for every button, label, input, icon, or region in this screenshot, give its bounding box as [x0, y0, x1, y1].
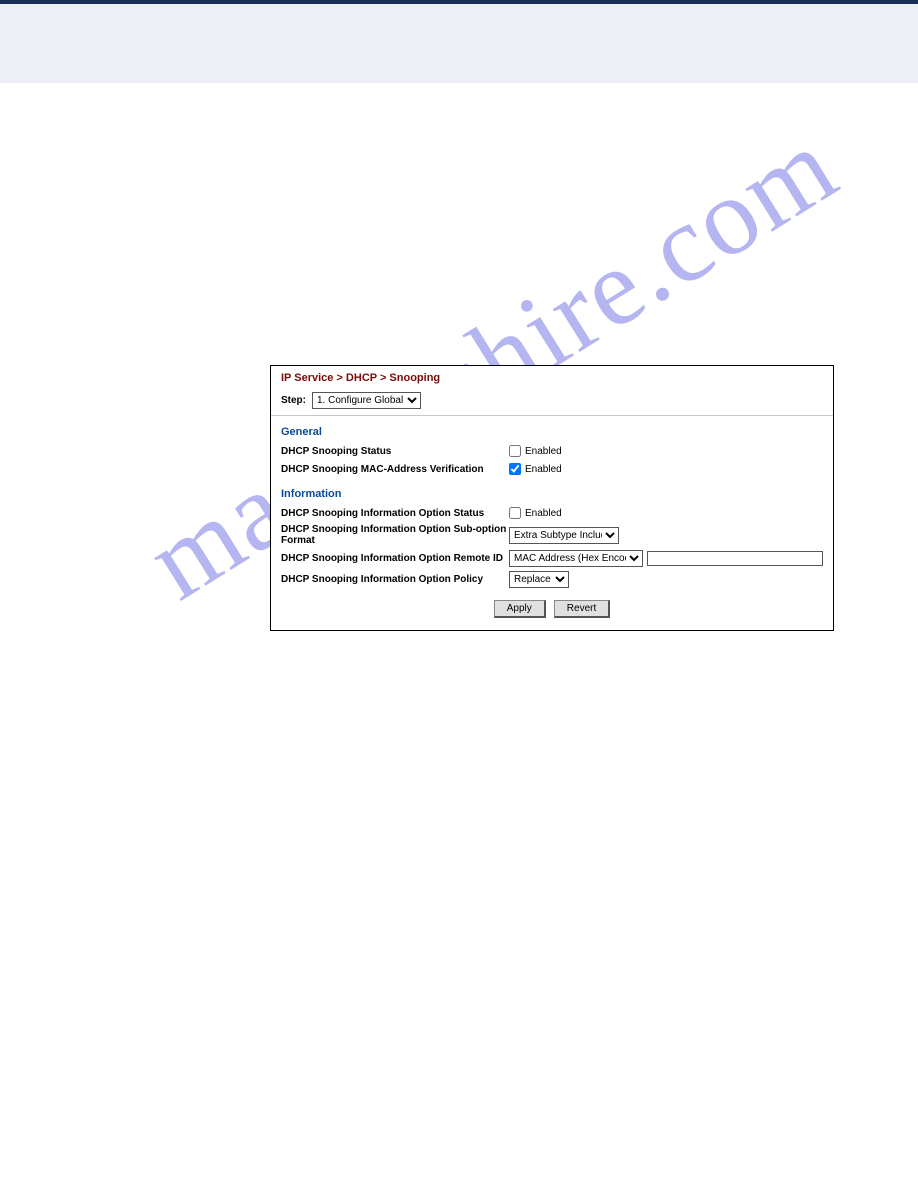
- checkbox-info-status[interactable]: [509, 507, 521, 519]
- step-row: Step: 1. Configure Global: [271, 388, 833, 416]
- dhcp-snooping-panel: IP Service > DHCP > Snooping Step: 1. Co…: [270, 365, 834, 631]
- label-remote-id: DHCP Snooping Information Option Remote …: [281, 553, 509, 564]
- section-general: General: [271, 416, 833, 442]
- select-subopt-format[interactable]: Extra Subtype Included: [509, 527, 619, 544]
- label-subopt-format: DHCP Snooping Information Option Sub-opt…: [281, 524, 509, 546]
- checkbox-mac-verify[interactable]: [509, 463, 521, 475]
- checkbox-snooping-status[interactable]: [509, 445, 521, 457]
- row-snooping-status: DHCP Snooping Status Enabled: [271, 442, 833, 460]
- row-mac-verify: DHCP Snooping MAC-Address Verification E…: [271, 460, 833, 478]
- label-info-status: DHCP Snooping Information Option Status: [281, 508, 509, 519]
- label-policy: DHCP Snooping Information Option Policy: [281, 574, 509, 585]
- label-snooping-status: DHCP Snooping Status: [281, 446, 509, 457]
- select-policy[interactable]: Replace: [509, 571, 569, 588]
- label-mac-verify: DHCP Snooping MAC-Address Verification: [281, 464, 509, 475]
- section-information: Information: [271, 478, 833, 504]
- step-select[interactable]: 1. Configure Global: [312, 392, 421, 409]
- apply-button[interactable]: Apply: [494, 600, 546, 618]
- row-subopt-format: DHCP Snooping Information Option Sub-opt…: [271, 522, 833, 548]
- row-policy: DHCP Snooping Information Option Policy …: [271, 569, 833, 590]
- input-remote-id[interactable]: [647, 551, 823, 566]
- breadcrumb: IP Service > DHCP > Snooping: [271, 366, 833, 388]
- button-row: Apply Revert: [271, 590, 833, 630]
- step-label: Step:: [281, 395, 306, 406]
- checklabel-mac-verify: Enabled: [525, 464, 562, 475]
- select-remote-id[interactable]: MAC Address (Hex Encoded): [509, 550, 643, 567]
- checklabel-info-status: Enabled: [525, 508, 562, 519]
- row-remote-id: DHCP Snooping Information Option Remote …: [271, 548, 833, 569]
- page-header-band: [0, 0, 918, 84]
- row-info-status: DHCP Snooping Information Option Status …: [271, 504, 833, 522]
- checklabel-snooping-status: Enabled: [525, 446, 562, 457]
- revert-button[interactable]: Revert: [554, 600, 610, 618]
